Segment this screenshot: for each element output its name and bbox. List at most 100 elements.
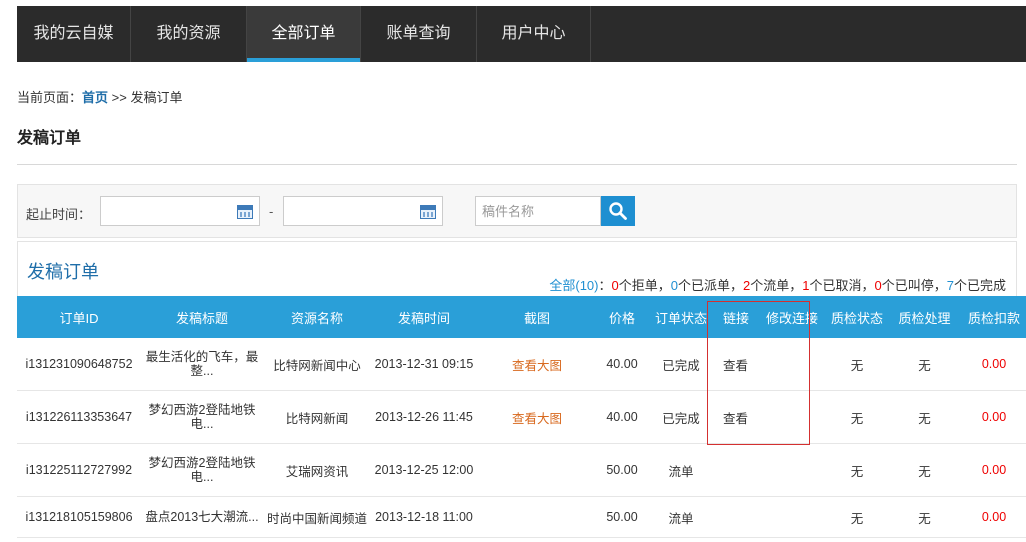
calendar-icon[interactable] bbox=[420, 205, 436, 219]
col-header-qc-status: 质检状态 bbox=[827, 296, 887, 338]
panel-title: 发稿订单 bbox=[27, 262, 99, 282]
summary-dispatched-label: 个已派单， bbox=[677, 278, 743, 293]
divider bbox=[17, 164, 1017, 165]
qc-status: 无 bbox=[827, 443, 887, 497]
nav-all-orders[interactable]: 全部订单 bbox=[247, 6, 361, 62]
summary-dispatched-count[interactable]: 0 bbox=[671, 278, 678, 293]
order-time: 2013-12-26 11:45 bbox=[371, 390, 477, 444]
nav-my-resources[interactable]: 我的资源 bbox=[131, 6, 247, 62]
orders-table: 订单ID 发稿标题 资源名称 发稿时间 截图 价格 订单状态 链接 修改连接 质… bbox=[17, 296, 1026, 538]
breadcrumb-prefix: 当前页面： bbox=[17, 90, 83, 105]
resource-link[interactable]: 比特网新闻中心 bbox=[263, 338, 371, 391]
order-status: 流单 bbox=[647, 443, 715, 497]
start-date-input[interactable] bbox=[100, 196, 260, 226]
order-status: 流单 bbox=[647, 496, 715, 538]
summary-cancelled-label: 个已取消， bbox=[809, 278, 875, 293]
filter-bar: 起止时间： - bbox=[17, 184, 1017, 238]
view-screenshot-link[interactable]: 查看大图 bbox=[477, 338, 597, 391]
breadcrumb-current: 发稿订单 bbox=[130, 90, 183, 105]
view-link[interactable]: 查看 bbox=[715, 390, 757, 444]
nav-user-center[interactable]: 用户中心 bbox=[477, 6, 591, 62]
nav-bill-query[interactable]: 账单查询 bbox=[361, 6, 477, 62]
order-status: 已完成 bbox=[647, 338, 715, 391]
breadcrumb-home-link[interactable]: 首页 bbox=[82, 90, 108, 105]
order-title-text[interactable]: 盘点2013七大潮流... bbox=[145, 510, 258, 524]
view-link[interactable]: 查看 bbox=[715, 338, 757, 391]
summary-rejected-count[interactable]: 0 bbox=[612, 278, 619, 293]
qc-handle: 无 bbox=[887, 390, 962, 444]
table-row: i131226113353647 梦幻西游2登陆地铁电... 比特网新闻 201… bbox=[17, 390, 1026, 444]
summary-done-label: 个已完成 bbox=[953, 278, 1006, 293]
order-time: 2013-12-25 12:00 bbox=[371, 443, 477, 497]
search-button[interactable] bbox=[601, 196, 635, 226]
nav-my-media[interactable]: 我的云自媒 bbox=[17, 6, 131, 62]
qc-deduct: 0.00 bbox=[962, 390, 1026, 444]
order-price: 40.00 bbox=[597, 338, 647, 391]
col-header-price: 价格 bbox=[597, 296, 647, 338]
col-header-title: 发稿标题 bbox=[141, 296, 263, 338]
qc-deduct: 0.00 bbox=[962, 496, 1026, 538]
table-row: i131225112727992 梦幻西游2登陆地铁电... 艾瑞网资讯 201… bbox=[17, 443, 1026, 497]
table-header-row: 订单ID 发稿标题 资源名称 发稿时间 截图 价格 订单状态 链接 修改连接 质… bbox=[17, 296, 1026, 338]
col-header-screenshot: 截图 bbox=[477, 296, 597, 338]
order-title-text[interactable]: 最生活化的飞车，最整... bbox=[143, 350, 261, 378]
breadcrumb: 当前页面：首页 >> 发稿订单 bbox=[17, 87, 182, 106]
summary-paused-count[interactable]: 0 bbox=[875, 278, 882, 293]
order-title-text[interactable]: 梦幻西游2登陆地铁电... bbox=[143, 456, 261, 484]
summary-failed-label: 个流单， bbox=[750, 278, 803, 293]
calendar-icon[interactable] bbox=[237, 205, 253, 219]
order-summary: 全部(10)：0个拒单，0个已派单，2个流单，1个已取消，0个已叫停，7个已完成 bbox=[549, 275, 1006, 294]
order-price: 50.00 bbox=[597, 443, 647, 497]
order-time: 2013-12-18 11:00 bbox=[371, 496, 477, 538]
order-title-text[interactable]: 梦幻西游2登陆地铁电... bbox=[143, 403, 261, 431]
col-header-time: 发稿时间 bbox=[371, 296, 477, 338]
qc-deduct: 0.00 bbox=[962, 338, 1026, 391]
col-header-qc-handle: 质检处理 bbox=[887, 296, 962, 338]
view-screenshot-link bbox=[477, 496, 597, 538]
modify-link-cell bbox=[757, 338, 827, 391]
order-title-link[interactable]: 最生活化的飞车，最整... bbox=[141, 338, 263, 391]
qc-handle: 无 bbox=[887, 496, 962, 538]
order-panel-header: 发稿订单 全部(10)：0个拒单，0个已派单，2个流单，1个已取消，0个已叫停，… bbox=[17, 241, 1017, 296]
order-id: i131218105159806 bbox=[17, 496, 141, 538]
qc-handle: 无 bbox=[887, 338, 962, 391]
order-title-link[interactable]: 梦幻西游2登陆地铁电... bbox=[141, 390, 263, 444]
order-title-link[interactable]: 盘点2013七大潮流... bbox=[141, 496, 263, 538]
summary-rejected-label: 个拒单， bbox=[618, 278, 671, 293]
view-screenshot-link bbox=[477, 443, 597, 497]
col-header-modify-link: 修改连接 bbox=[757, 296, 827, 338]
view-link bbox=[715, 496, 757, 538]
order-time: 2013-12-31 09:15 bbox=[371, 338, 477, 391]
order-id: i131225112727992 bbox=[17, 443, 141, 497]
qc-deduct: 0.00 bbox=[962, 443, 1026, 497]
summary-separator: ： bbox=[598, 278, 612, 293]
summary-all-link[interactable]: 全部(10) bbox=[549, 278, 598, 293]
top-nav: 我的云自媒 我的资源 全部订单 账单查询 用户中心 bbox=[17, 6, 1026, 62]
qc-status: 无 bbox=[827, 338, 887, 391]
modify-link-cell bbox=[757, 390, 827, 444]
modify-link-cell bbox=[757, 496, 827, 538]
order-title-link[interactable]: 梦幻西游2登陆地铁电... bbox=[141, 443, 263, 497]
qc-handle: 无 bbox=[887, 443, 962, 497]
order-price: 40.00 bbox=[597, 390, 647, 444]
col-header-qc-deduct: 质检扣款 bbox=[962, 296, 1026, 338]
resource-link[interactable]: 时尚中国新闻频道 bbox=[263, 496, 371, 538]
date-range-label: 起止时间： bbox=[26, 207, 92, 222]
table-row: i131218105159806 盘点2013七大潮流... 时尚中国新闻频道 … bbox=[17, 496, 1026, 538]
order-id: i131226113353647 bbox=[17, 390, 141, 444]
resource-link[interactable]: 艾瑞网资讯 bbox=[263, 443, 371, 497]
page-title: 发稿订单 bbox=[17, 130, 82, 147]
view-link bbox=[715, 443, 757, 497]
summary-paused-label: 个已叫停， bbox=[881, 278, 947, 293]
order-price: 50.00 bbox=[597, 496, 647, 538]
view-screenshot-link[interactable]: 查看大图 bbox=[477, 390, 597, 444]
title-search-input[interactable] bbox=[475, 196, 601, 226]
summary-done-count[interactable]: 7 bbox=[947, 278, 954, 293]
qc-status: 无 bbox=[827, 496, 887, 538]
search-icon bbox=[609, 202, 627, 220]
qc-status: 无 bbox=[827, 390, 887, 444]
resource-link[interactable]: 比特网新闻 bbox=[263, 390, 371, 444]
col-header-order-id: 订单ID bbox=[17, 296, 141, 338]
end-date-input[interactable] bbox=[283, 196, 443, 226]
table-row: i131231090648752 最生活化的飞车，最整... 比特网新闻中心 2… bbox=[17, 338, 1026, 391]
